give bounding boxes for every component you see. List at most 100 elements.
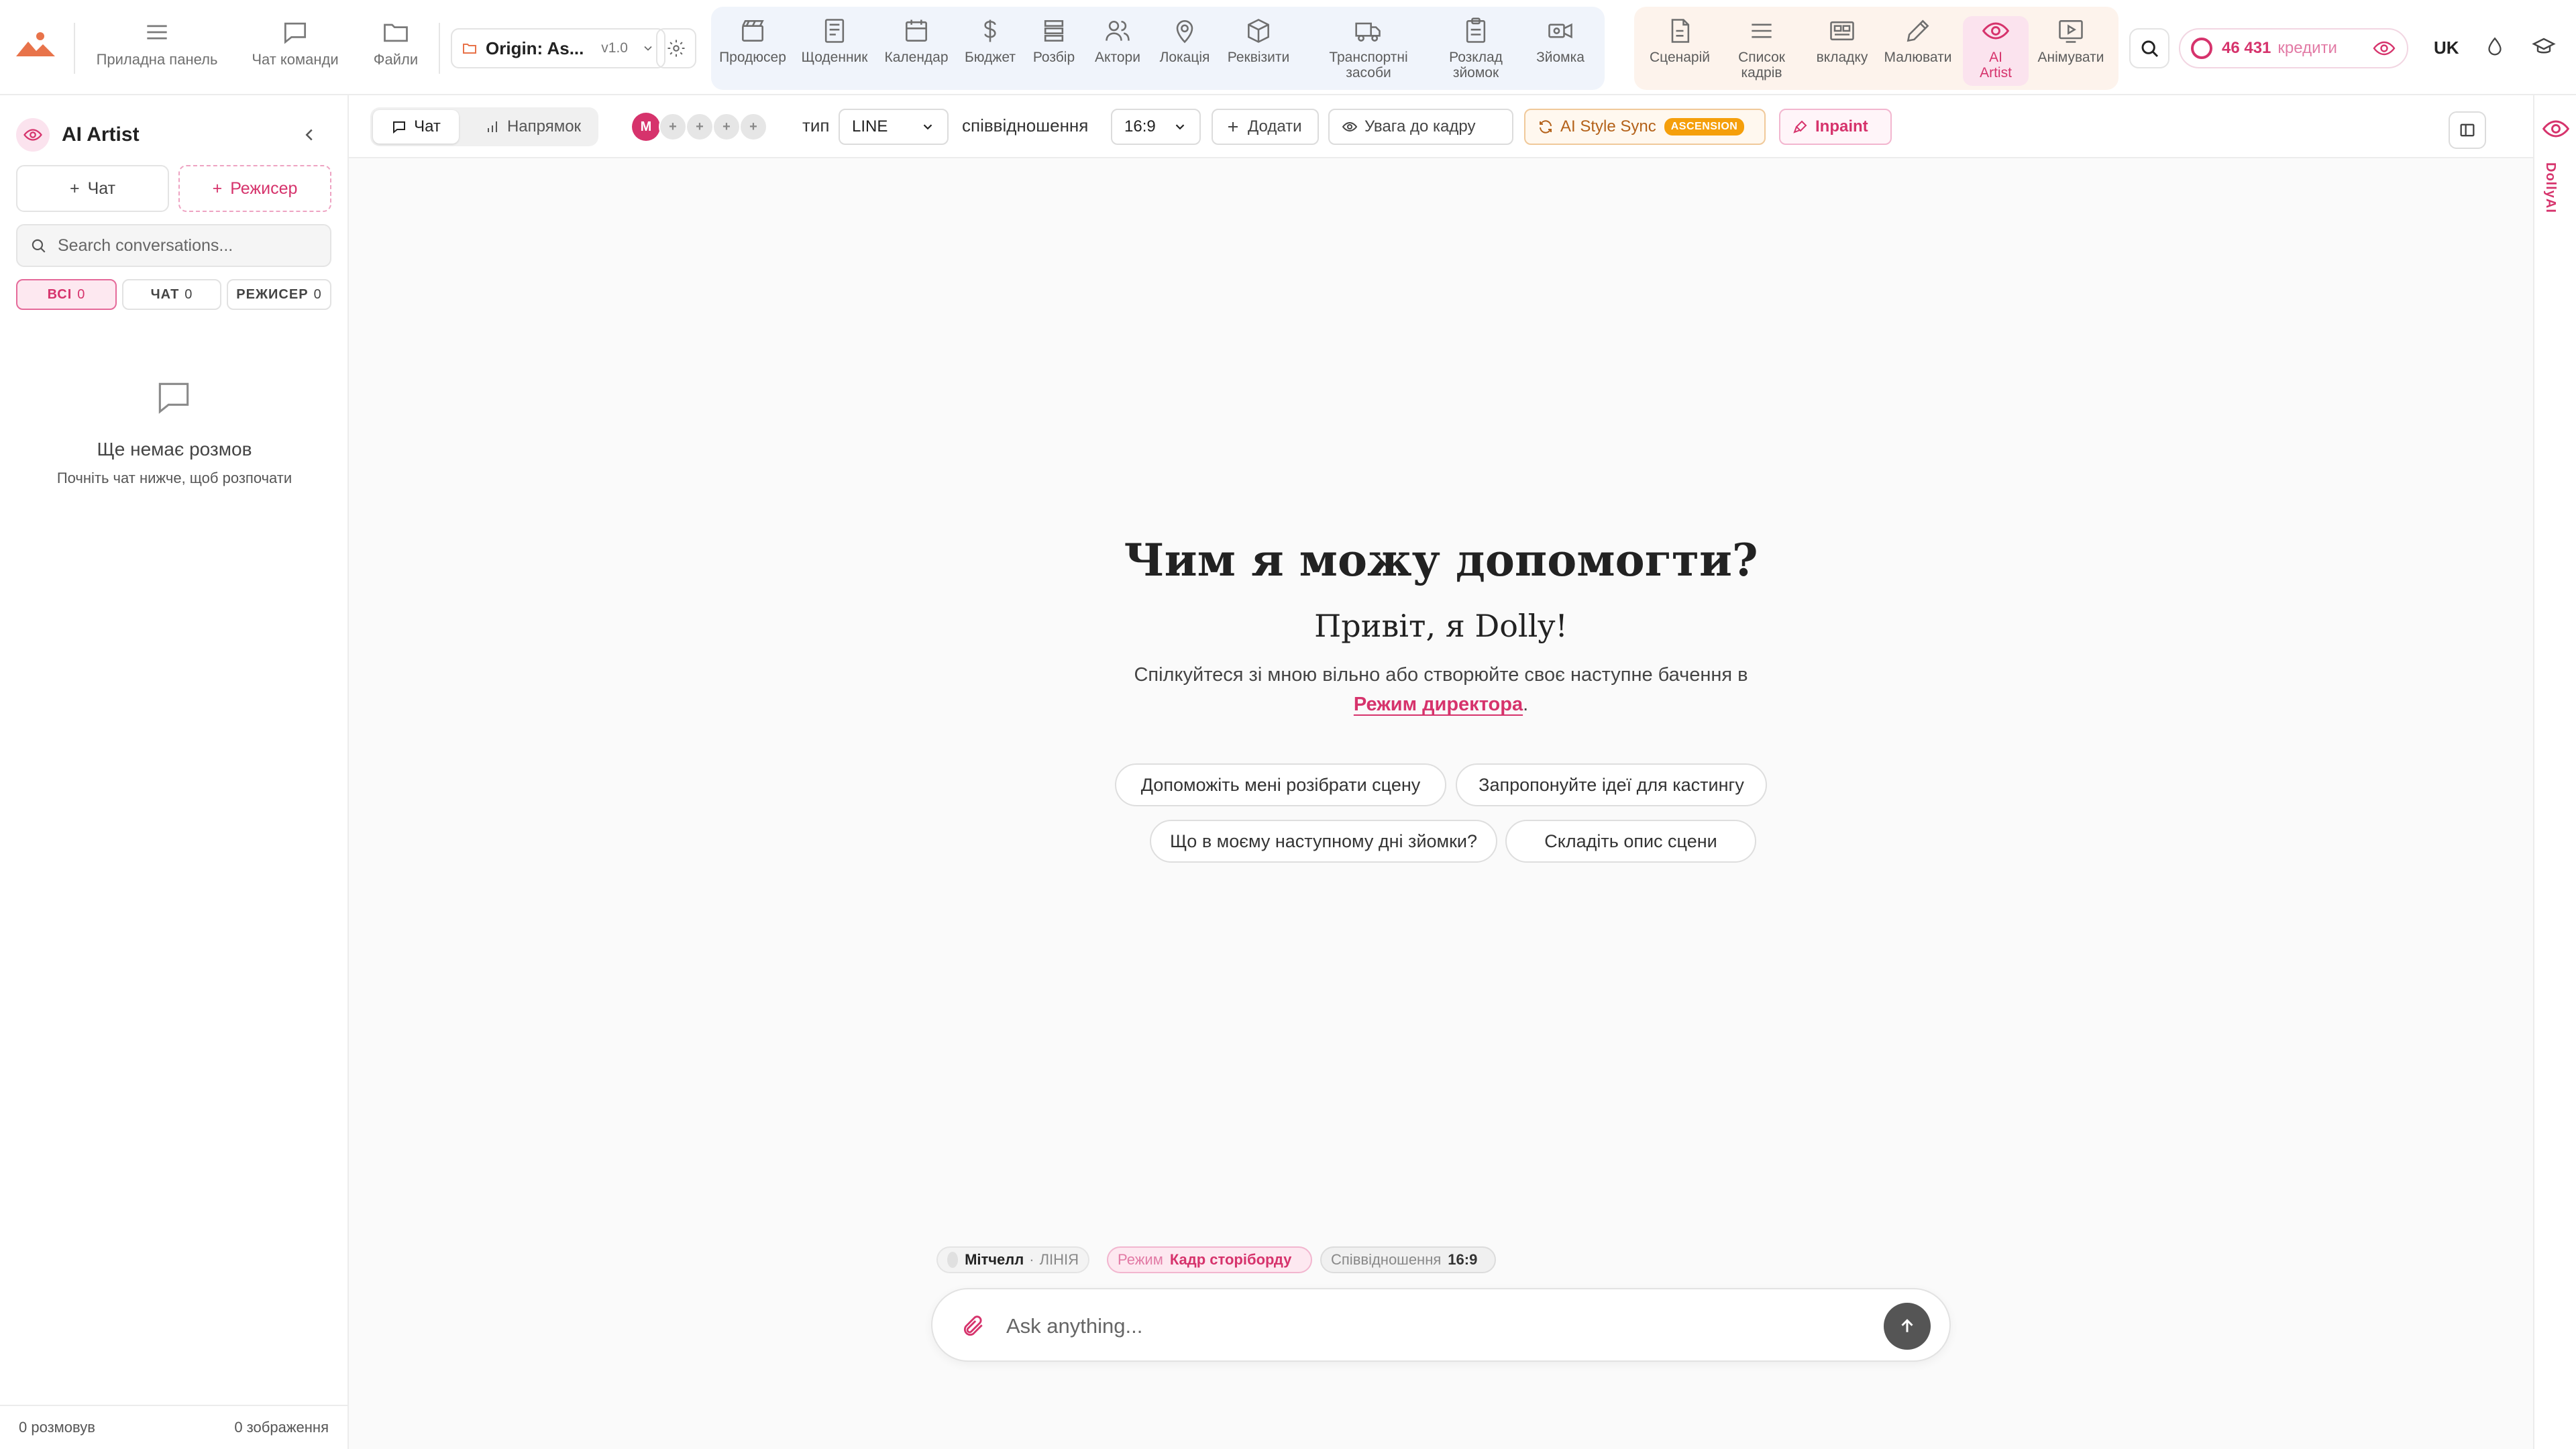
tool-ai-artist[interactable]: AI Artist <box>1963 16 2029 86</box>
suggestion-chip[interactable]: Що в моєму наступному дні зйомки? <box>1150 820 1497 863</box>
tool-journal-label: Щоденник <box>801 50 868 65</box>
add-avatar-slot[interactable]: + <box>739 113 767 141</box>
tool-budget-label: Бюджет <box>965 50 1016 65</box>
inpaint-button[interactable]: Inpaint <box>1779 109 1892 145</box>
chat-main-area: Чим я можу допомогти? Привіт, я Dolly! С… <box>349 158 2533 1449</box>
truck-icon <box>1354 16 1383 46</box>
journal-icon <box>820 16 849 46</box>
context-character-chip[interactable]: Мітчелл · ЛІНІЯ <box>936 1246 1089 1273</box>
filter-chat[interactable]: ЧАТ 0 <box>122 279 221 310</box>
conversation-count: 0 розмовув <box>19 1419 95 1436</box>
tool-journal[interactable]: Щоденник <box>797 16 872 86</box>
suggestion-chip[interactable]: Запропонуйте ідеї для кастингу <box>1456 763 1767 806</box>
tool-storyboard-label: вкладку <box>1816 50 1868 65</box>
new-director-button[interactable]: + Режисер <box>178 165 331 212</box>
add-avatar-slot[interactable]: + <box>712 113 741 141</box>
folder-icon <box>462 40 478 56</box>
tool-ai-artist-label: AI Artist <box>1980 50 2012 80</box>
conversations-sidebar: AI Artist + Чат + Режисер Search convers… <box>0 95 349 1449</box>
global-search-button[interactable] <box>2129 28 2169 68</box>
tool-calendar[interactable]: Календар <box>879 16 954 86</box>
search-icon <box>30 237 47 254</box>
toggle-panel-button[interactable] <box>2449 111 2486 149</box>
ai-style-sync-button[interactable]: AI Style Sync ASCENSION <box>1524 109 1766 145</box>
suggestion-chip[interactable]: Допоможіть мені розібрати сцену <box>1115 763 1446 806</box>
frame-attention-label: Увага до кадру <box>1364 117 1476 136</box>
graduation-cap-icon[interactable] <box>2530 35 2557 59</box>
tool-vehicles[interactable]: Транспортні засоби <box>1322 16 1415 86</box>
add-avatar-slot[interactable]: + <box>659 113 687 141</box>
tool-script[interactable]: Сценарій <box>1644 16 1716 86</box>
type-select[interactable]: LINE <box>839 109 949 145</box>
chevron-down-icon <box>1173 119 1187 134</box>
filter-director[interactable]: РЕЖИСЕР 0 <box>227 279 331 310</box>
message-input[interactable] <box>1006 1309 1851 1343</box>
tool-animate[interactable]: Анімувати <box>2031 16 2110 86</box>
send-button[interactable] <box>1884 1303 1931 1350</box>
project-settings-button[interactable] <box>656 28 696 68</box>
tool-props[interactable]: Реквізити <box>1221 16 1296 86</box>
filter-director-label: РЕЖИСЕР <box>236 286 309 302</box>
image-count: 0 зображення <box>234 1419 329 1436</box>
frame-attention-button[interactable]: Увага до кадру <box>1328 109 1513 145</box>
users-icon <box>1103 16 1132 46</box>
bar-chart-icon <box>484 119 500 135</box>
ratio-select[interactable]: 16:9 <box>1111 109 1201 145</box>
tool-budget[interactable]: Бюджет <box>961 16 1020 86</box>
director-mode-link[interactable]: Режим директора <box>1354 694 1523 715</box>
tool-producer[interactable]: Продюсер <box>715 16 790 86</box>
tool-location[interactable]: Локація <box>1151 16 1218 86</box>
theme-drop-icon[interactable] <box>2483 35 2506 59</box>
tab-direction[interactable]: Напрямок <box>471 110 594 144</box>
tool-breakdown[interactable]: Розбір <box>1024 16 1084 86</box>
ratio-select-value: 16:9 <box>1124 117 1156 136</box>
conversation-search-input[interactable]: Search conversations... <box>58 236 233 256</box>
nav-files[interactable]: Файли <box>362 17 429 82</box>
ratio-label: співвідношення <box>962 115 1089 136</box>
tool-shoot-label: Зйомка <box>1536 50 1585 65</box>
message-composer <box>931 1288 1951 1362</box>
clipboard-icon <box>1461 16 1491 46</box>
tab-chat[interactable]: Чат <box>373 110 459 144</box>
tool-draw-label: Малювати <box>1884 50 1952 65</box>
divider <box>74 23 75 74</box>
credits-indicator[interactable]: 46 431 кредити <box>2179 28 2408 68</box>
tool-actors[interactable]: Актори <box>1087 16 1148 86</box>
suggestion-chip[interactable]: Складіть опис сцени <box>1505 820 1756 863</box>
project-version: v1.0 <box>601 40 628 56</box>
add-button[interactable]: Додати <box>1212 109 1319 145</box>
plus-icon <box>1225 119 1241 135</box>
context-ratio-chip[interactable]: Співвідношення 16:9 <box>1320 1246 1496 1273</box>
nav-team-chat[interactable]: Чат команди <box>241 17 349 82</box>
avatar[interactable]: M <box>632 113 660 141</box>
dolly-logo[interactable] <box>15 30 56 62</box>
tool-producer-label: Продюсер <box>719 50 786 65</box>
ratio-value: 16:9 <box>1448 1251 1478 1268</box>
chevron-down-icon <box>920 119 935 134</box>
context-mode-chip[interactable]: Режим Кадр сторіборду <box>1107 1246 1312 1273</box>
add-button-label: Додати <box>1248 117 1302 136</box>
tool-draw[interactable]: Малювати <box>1878 16 1957 86</box>
tab-chat-label: Чат <box>414 117 441 136</box>
refresh-icon <box>1538 119 1554 135</box>
plus-icon: + <box>212 178 223 198</box>
tool-shooting-schedule[interactable]: Розклад зйомок <box>1436 16 1516 86</box>
new-chat-button[interactable]: + Чат <box>16 165 169 212</box>
dolly-ai-rail[interactable]: DollyAI <box>2533 95 2576 1449</box>
tool-storyboard[interactable]: вкладку <box>1809 16 1876 86</box>
tool-actors-label: Актори <box>1095 50 1140 65</box>
top-navigation-bar: Приладна панель Чат команди Файли Origin… <box>0 0 2576 95</box>
paperclip-icon[interactable] <box>961 1313 986 1339</box>
tab-direction-label: Напрямок <box>506 117 582 136</box>
type-select-value: LINE <box>852 117 888 136</box>
conversation-search[interactable]: Search conversations... <box>16 224 331 267</box>
tool-shot-list[interactable]: Список кадрів <box>1724 16 1799 86</box>
nav-dashboard[interactable]: Приладна панель <box>90 17 224 82</box>
project-selector[interactable]: Origin: As... v1.0 <box>451 28 665 68</box>
tool-shoot[interactable]: Зйомка <box>1527 16 1594 86</box>
filter-all[interactable]: ВСІ 0 <box>16 279 117 310</box>
add-avatar-slot[interactable]: + <box>686 113 714 141</box>
nav-files-label: Файли <box>373 51 419 68</box>
language-switcher[interactable]: UK <box>2434 38 2459 58</box>
collapse-sidebar-icon[interactable] <box>299 125 319 145</box>
